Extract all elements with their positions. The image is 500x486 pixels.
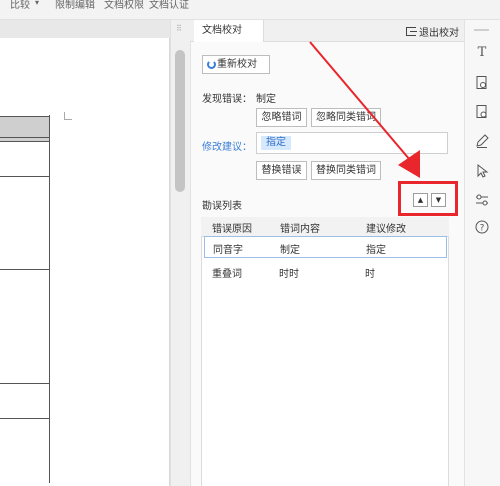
ignore-error-button[interactable]: 忽略错词 [256, 108, 307, 127]
scrollbar-thumb[interactable] [175, 50, 185, 192]
column-header-content: 错词内容 [280, 224, 320, 235]
table-row[interactable]: 重叠词 时时 时 [204, 261, 447, 283]
highlight-frame [398, 181, 458, 216]
ribbon-bar: 比较 ▾ 限制编辑 文档权限 文档认证 [0, 0, 500, 20]
chevron-down-icon[interactable]: ▾ [35, 0, 39, 7]
svg-text:?: ? [480, 224, 485, 234]
document-search-icon[interactable] [474, 75, 490, 91]
row-content: 时时 [279, 269, 299, 280]
text-icon[interactable]: T [474, 45, 490, 61]
found-error-word: 制定 [256, 94, 276, 105]
row-suggestion: 指定 [366, 245, 386, 256]
table-row[interactable]: 同音字 制定 指定 [204, 236, 447, 258]
column-header-suggestion: 建议修改 [366, 224, 406, 235]
refresh-icon [207, 60, 216, 69]
suggestion-label: 修改建议： [202, 142, 252, 153]
document-settings-icon[interactable] [474, 104, 490, 120]
pen-icon[interactable] [474, 133, 490, 149]
ignore-same-errors-button[interactable]: 忽略同类错词 [311, 108, 381, 127]
ribbon-item-doc-permission[interactable]: 文档权限 [104, 0, 144, 11]
pointer-icon[interactable] [474, 163, 490, 179]
suggestion-chip[interactable]: 指定 [261, 136, 291, 150]
row-reason: 重叠词 [212, 269, 242, 280]
help-icon[interactable]: ? [474, 219, 490, 235]
replace-same-errors-button[interactable]: 替换同类错词 [311, 161, 381, 180]
toolbar-divider [474, 29, 489, 31]
exit-icon [406, 27, 417, 36]
table-row-line [0, 418, 50, 419]
table-row-line [0, 383, 50, 384]
tab-doc-proofread[interactable]: 文档校对 [194, 20, 264, 42]
exit-proofread-label: 退出校对 [419, 28, 459, 39]
row-suggestion: 时 [365, 269, 375, 280]
document-table [0, 115, 50, 483]
sliders-icon[interactable] [474, 192, 490, 208]
recheck-label: 重新校对 [217, 59, 257, 70]
ribbon-item-restrict-edit[interactable]: 限制编辑 [55, 0, 95, 11]
ribbon-item-doc-certify[interactable]: 文档认证 [149, 0, 189, 11]
found-error-label: 发现错误： [202, 94, 252, 105]
page-corner-mark [64, 112, 72, 120]
exit-proofread-button[interactable]: 退出校对 [406, 24, 459, 39]
drag-handle-icon[interactable]: ⠿ [176, 24, 182, 33]
ribbon-item-compare[interactable]: 比较 [10, 0, 30, 11]
replace-error-button[interactable]: 替换错误 [256, 161, 307, 180]
row-content: 制定 [280, 245, 300, 256]
recheck-button[interactable]: 重新校对 [202, 55, 270, 74]
column-header-reason: 错误原因 [212, 224, 252, 235]
row-reason: 同音字 [213, 245, 243, 256]
table-row-line [0, 176, 50, 177]
error-list-title: 勘误列表 [202, 201, 242, 212]
table-row-line [0, 269, 50, 270]
table-row-line [0, 137, 50, 138]
